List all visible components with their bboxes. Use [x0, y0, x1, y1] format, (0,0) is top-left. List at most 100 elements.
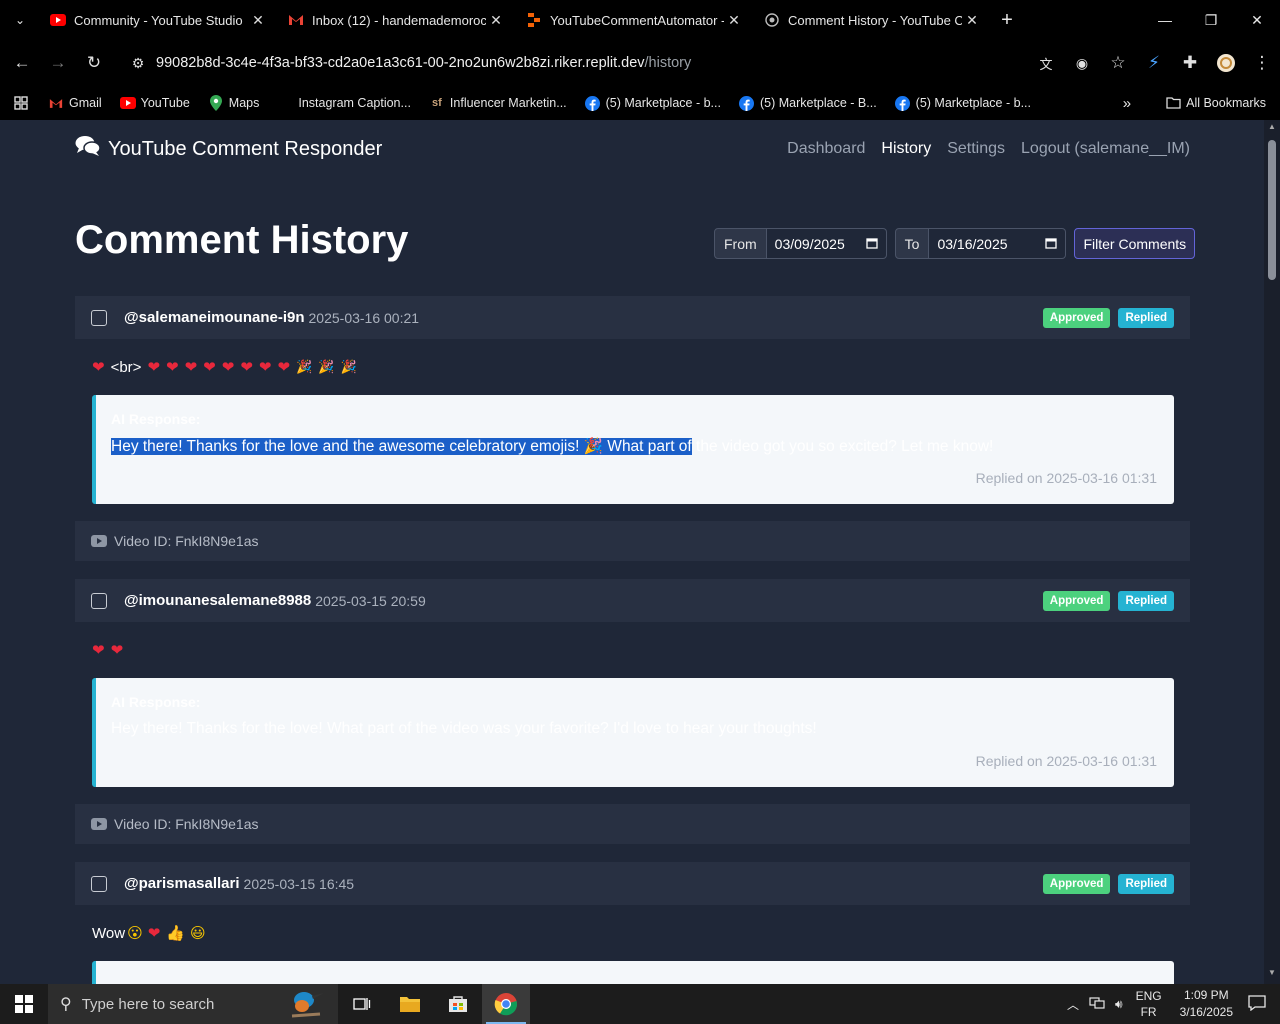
bookmark-instagram-caption[interactable]: Instagram Caption...	[277, 95, 411, 111]
comment-author: @imounanesalemane8988	[124, 592, 312, 609]
from-group: From 03/09/2025	[714, 228, 887, 259]
bookmark-maps[interactable]: Maps	[208, 95, 260, 111]
comment-date: 2025-03-15 16:45	[243, 875, 355, 892]
from-date-input[interactable]: 03/09/2025	[766, 228, 887, 259]
tab-gmail[interactable]: Inbox (12) - handemademoroc ✕	[278, 0, 516, 40]
lang-top: ENG	[1135, 989, 1162, 1003]
close-tab-icon[interactable]: ✕	[248, 12, 268, 29]
ai-response-label: AI Response:	[111, 694, 201, 710]
approved-badge: Approved	[1042, 307, 1111, 328]
close-window-icon[interactable]: ✕	[1234, 0, 1280, 40]
comment-text-content: Wow	[92, 924, 126, 942]
apps-icon[interactable]	[14, 96, 28, 110]
surprised-emoji: 😮	[127, 925, 143, 942]
back-icon[interactable]: ←	[4, 45, 40, 81]
tab-title: Inbox (12) - handemademoroc	[312, 12, 486, 28]
windows-start-icon[interactable]	[0, 984, 48, 1024]
nav-dashboard[interactable]: Dashboard	[787, 140, 865, 158]
minimize-icon[interactable]: —	[1142, 0, 1188, 40]
chevron-up-icon[interactable]: ︿	[1067, 996, 1079, 1013]
kingfisher-icon	[280, 984, 328, 1024]
to-date-input[interactable]: 03/16/2025	[929, 228, 1067, 259]
store-icon[interactable]	[434, 984, 482, 1024]
bookmark-label: Maps	[228, 96, 260, 110]
comment-date: 2025-03-15 20:59	[315, 592, 426, 609]
browser-toolbar: ← → ↻ ⚙ 99082b8d-3c4e-4f3a-bf33-cd2a0e1a…	[0, 40, 1280, 86]
volume-icon[interactable]: 🔊︎	[1115, 997, 1123, 1012]
bookmark-marketplace-2[interactable]: (5) Marketplace - B...	[739, 95, 877, 111]
windows-taskbar: ⚲ Type here to search ︿ 🔊︎ ENG FR 1:09 P…	[0, 984, 1280, 1024]
tab-search-button[interactable]: ⌄	[0, 0, 40, 40]
replied-badge: Replied	[1118, 307, 1174, 328]
comment-author: @parismasallari	[124, 875, 240, 892]
clock[interactable]: 1:09 PM 3/16/2025	[1180, 987, 1233, 1021]
from-date-value: 03/09/2025	[774, 235, 845, 252]
nav-logout[interactable]: Logout (salemane__IM)	[1021, 140, 1190, 158]
comment-checkbox[interactable]	[91, 875, 107, 892]
bookmark-label: Gmail	[69, 96, 102, 110]
tab-youtube-studio[interactable]: Community - YouTube Studio ✕	[40, 0, 278, 40]
to-group: To 03/16/2025	[894, 228, 1067, 259]
ai-response-box	[92, 961, 1174, 984]
search-placeholder: Type here to search	[81, 995, 215, 1013]
all-bookmarks[interactable]: All Bookmarks	[1165, 95, 1266, 111]
comment-text-content: <br>	[110, 358, 142, 376]
new-tab-button[interactable]: +	[992, 9, 1022, 32]
heart-emoji: ❤	[277, 359, 291, 376]
reload-icon[interactable]: ↻	[76, 45, 112, 81]
forward-icon[interactable]: →	[40, 45, 76, 81]
gmail-icon	[288, 12, 304, 28]
replied-on: Replied on 2025-03-16 01:31	[975, 470, 1157, 486]
site-info-icon[interactable]: ⚙	[120, 55, 156, 72]
page-scrollbar[interactable]: ▲ ▼	[1264, 120, 1280, 984]
extensions-icon[interactable]: ✚	[1172, 45, 1208, 81]
tab-comment-history[interactable]: Comment History - YouTube Co ✕	[754, 0, 992, 40]
heart-emoji: ❤	[147, 925, 161, 942]
eye-icon[interactable]: ◉	[1064, 45, 1100, 81]
comment-text: Wow 😮 ❤ 👍 😃	[92, 924, 206, 943]
thumbs-up-emoji: 👍	[166, 925, 185, 942]
brand[interactable]: YouTube Comment Responder	[75, 135, 382, 163]
address-bar[interactable]: ⚙ 99082b8d-3c4e-4f3a-bf33-cd2a0e1a3c61-0…	[120, 46, 1100, 80]
scroll-up-icon[interactable]: ▲	[1264, 122, 1280, 136]
search-icon: ⚲	[60, 996, 72, 1013]
taskbar-search[interactable]: ⚲ Type here to search	[48, 984, 338, 1024]
close-tab-icon[interactable]: ✕	[962, 12, 982, 29]
network-icon[interactable]	[1089, 996, 1105, 1013]
restore-icon[interactable]: ❐	[1188, 0, 1234, 40]
nav-settings[interactable]: Settings	[947, 140, 1005, 158]
bookmark-influencer-marketing[interactable]: sf Influencer Marketin...	[429, 95, 567, 111]
comment-checkbox[interactable]	[91, 592, 107, 609]
nav-history[interactable]: History	[881, 140, 931, 158]
ai-response-text[interactable]: Hey there! Thanks for the love and the a…	[111, 437, 1174, 456]
comment-checkbox[interactable]	[91, 309, 107, 326]
bookmark-youtube[interactable]: YouTube	[119, 95, 190, 111]
notifications-icon[interactable]	[1248, 994, 1266, 1014]
close-tab-icon[interactable]: ✕	[724, 12, 744, 29]
chrome-icon[interactable]	[482, 984, 530, 1024]
comment-text: ❤ ❤	[92, 641, 129, 659]
translate-icon[interactable]: 文	[1028, 45, 1064, 81]
scroll-down-icon[interactable]: ▼	[1264, 968, 1280, 982]
chevron-right-icon[interactable]: »	[1123, 95, 1131, 112]
comment-header: @imounanesalemane8988 2025-03-15 20:59 A…	[75, 579, 1190, 622]
file-explorer-icon[interactable]	[386, 984, 434, 1024]
bookmark-marketplace-3[interactable]: (5) Marketplace - b...	[895, 95, 1031, 111]
system-tray: ︿ 🔊︎ ENG FR 1:09 PM 3/16/2025	[1062, 984, 1280, 1024]
profile-avatar[interactable]	[1208, 45, 1244, 81]
lightning-extension-icon[interactable]: ⚡	[1136, 45, 1172, 81]
scrollbar-thumb[interactable]	[1268, 140, 1276, 280]
filter-comments-button[interactable]: Filter Comments	[1074, 228, 1196, 259]
task-view-icon[interactable]	[338, 984, 386, 1024]
star-icon[interactable]: ☆	[1100, 45, 1136, 81]
bookmark-gmail[interactable]: Gmail	[48, 95, 102, 111]
selected-text: Hey there! Thanks for the love and the a…	[111, 438, 692, 455]
language-indicator[interactable]: ENG FR	[1136, 988, 1162, 1020]
calendar-icon[interactable]	[1045, 236, 1058, 252]
menu-icon[interactable]: ⋮	[1244, 45, 1280, 81]
tab-replit[interactable]: YouTubeCommentAutomator - ✕	[516, 0, 754, 40]
close-tab-icon[interactable]: ✕	[486, 12, 506, 29]
bookmark-marketplace-1[interactable]: (5) Marketplace - b...	[585, 95, 721, 111]
calendar-icon[interactable]	[866, 236, 878, 252]
ai-response-text[interactable]: Hey there! Thanks for the love! What par…	[111, 720, 1174, 738]
